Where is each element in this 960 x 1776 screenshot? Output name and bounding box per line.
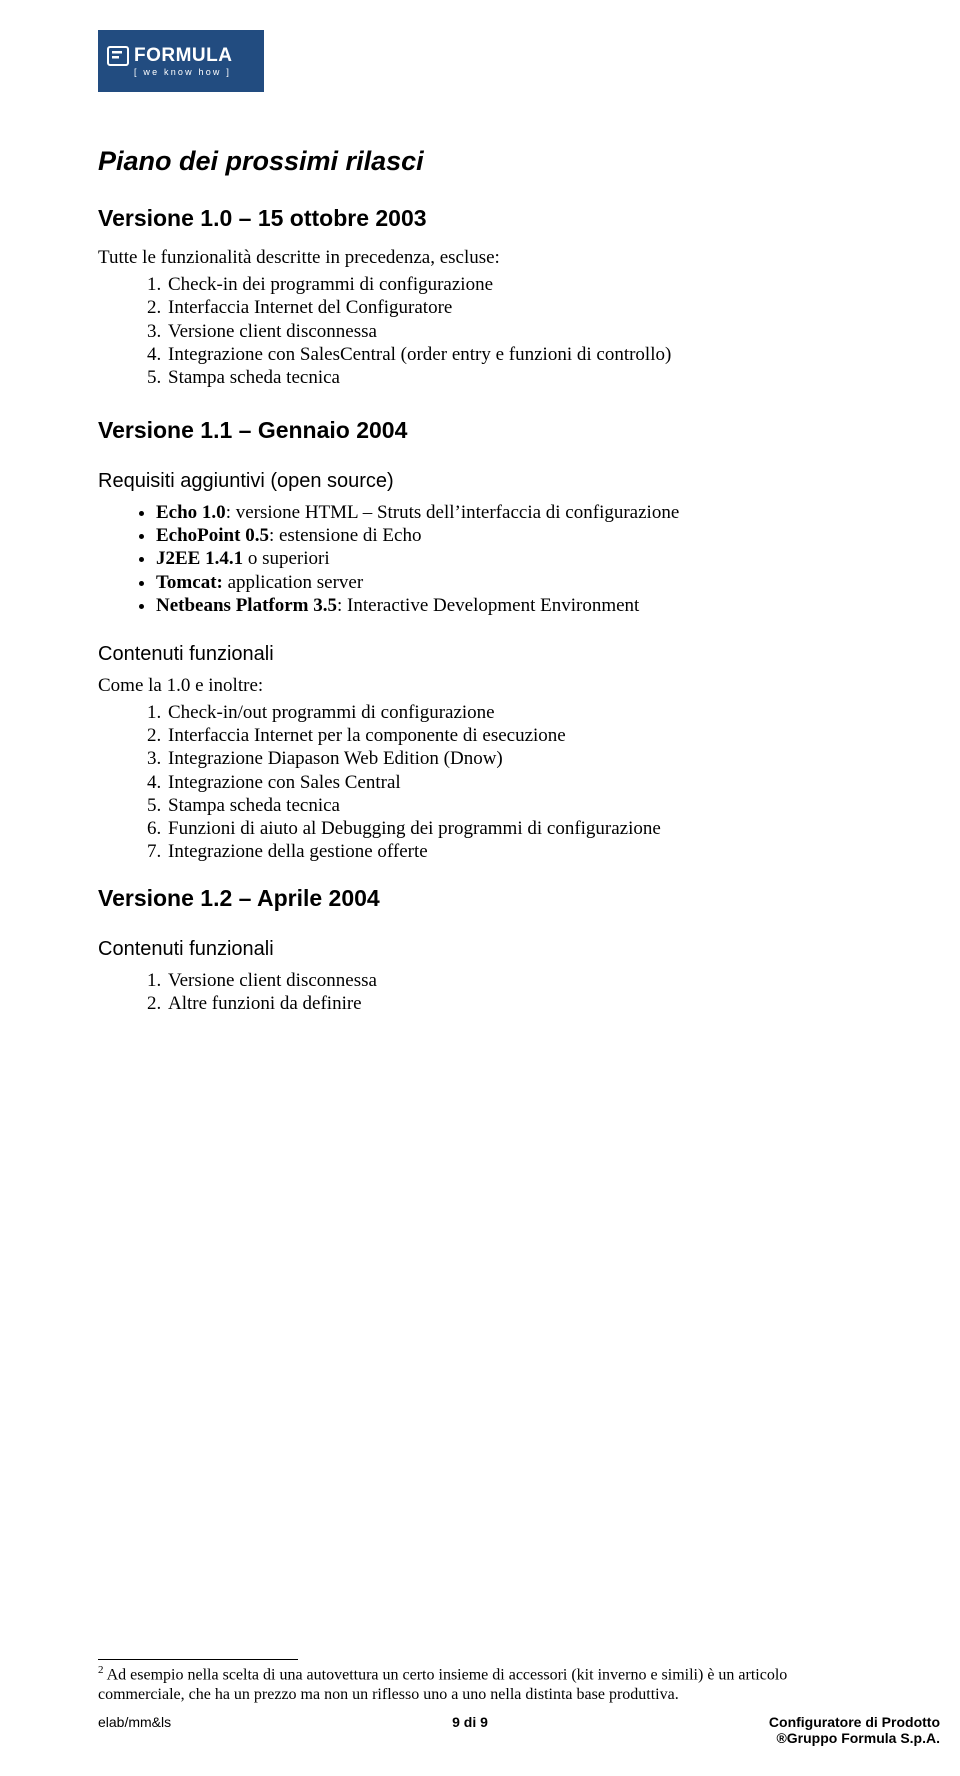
footnote: 2 Ad esempio nella scelta di una autovet… xyxy=(98,1664,862,1704)
brand-name: FORMULA xyxy=(134,45,232,67)
list-item: Versione client disconnessa xyxy=(166,969,862,992)
v12-content-heading: Contenuti funzionali xyxy=(98,938,862,961)
list-item: Integrazione Diapason Web Edition (Dnow) xyxy=(166,747,862,770)
list-item: EchoPoint 0.5: estensione di Echo xyxy=(156,524,862,547)
v11-content-heading: Contenuti funzionali xyxy=(98,643,862,666)
bullet-rest: application server xyxy=(223,572,363,593)
bullet-label: Tomcat: xyxy=(156,572,223,593)
bullet-label: EchoPoint 0.5 xyxy=(156,525,269,546)
v10-intro: Tutte le funzionalità descritte in prece… xyxy=(98,246,862,269)
list-item: Interfaccia Internet per la componente d… xyxy=(166,724,862,747)
list-item: J2EE 1.4.1 o superiori xyxy=(156,547,862,570)
list-item: Funzioni di aiuto al Debugging dei progr… xyxy=(166,817,862,840)
footer-right-line2: ®Gruppo Formula S.p.A. xyxy=(769,1730,940,1746)
list-item: Stampa scheda tecnica xyxy=(166,366,862,389)
brand-logo: FORMULA [ we know how ] xyxy=(98,30,264,92)
section-heading-v12: Versione 1.2 – Aprile 2004 xyxy=(98,885,862,912)
bullet-label: Echo 1.0 xyxy=(156,502,226,523)
logo-mark-icon xyxy=(106,45,130,67)
v12-content-list: Versione client disconnessa Altre funzio… xyxy=(166,969,862,1015)
bullet-label: Netbeans Platform 3.5 xyxy=(156,595,337,616)
list-item: Interfaccia Internet del Configuratore xyxy=(166,296,862,319)
page-footer: elab/mm&ls 9 di 9 Configuratore di Prodo… xyxy=(98,1714,940,1746)
list-item: Integrazione con SalesCentral (order ent… xyxy=(166,343,862,366)
bullet-rest: o superiori xyxy=(243,548,330,569)
list-item: Check-in/out programmi di configurazione xyxy=(166,701,862,724)
footer-left: elab/mm&ls xyxy=(98,1714,171,1746)
list-item: Altre funzioni da definire xyxy=(166,992,862,1015)
v11-content-intro: Come la 1.0 e inoltre: xyxy=(98,674,862,697)
footnote-text: Ad esempio nella scelta di una autovettu… xyxy=(98,1667,787,1703)
list-item: Integrazione con Sales Central xyxy=(166,771,862,794)
page-title: Piano dei prossimi rilasci xyxy=(98,146,862,177)
bullet-rest: : estensione di Echo xyxy=(269,525,422,546)
list-item: Check-in dei programmi di configurazione xyxy=(166,273,862,296)
v11-content-list: Check-in/out programmi di configurazione… xyxy=(166,701,862,863)
footnote-separator xyxy=(98,1659,298,1660)
bullet-rest: : Interactive Development Environment xyxy=(337,595,639,616)
list-item: Integrazione della gestione offerte xyxy=(166,840,862,863)
list-item: Tomcat: application server xyxy=(156,571,862,594)
list-item: Versione client disconnessa xyxy=(166,320,862,343)
section-heading-v11: Versione 1.1 – Gennaio 2004 xyxy=(98,417,862,444)
list-item: Stampa scheda tecnica xyxy=(166,794,862,817)
footer-page-number: 9 di 9 xyxy=(171,1714,769,1746)
section-heading-v10: Versione 1.0 – 15 ottobre 2003 xyxy=(98,205,862,232)
footer-right-line1: Configuratore di Prodotto xyxy=(769,1714,940,1730)
bullet-label: J2EE 1.4.1 xyxy=(156,548,243,569)
bullet-rest: : versione HTML – Struts dell’interfacci… xyxy=(226,502,680,523)
v11-req-heading: Requisiti aggiuntivi (open source) xyxy=(98,470,862,493)
list-item: Echo 1.0: versione HTML – Struts dell’in… xyxy=(156,501,862,524)
list-item: Netbeans Platform 3.5: Interactive Devel… xyxy=(156,594,862,617)
brand-tagline: [ we know how ] xyxy=(134,67,264,77)
v11-requirements-list: Echo 1.0: versione HTML – Struts dell’in… xyxy=(156,501,862,617)
v10-list: Check-in dei programmi di configurazione… xyxy=(166,273,862,389)
